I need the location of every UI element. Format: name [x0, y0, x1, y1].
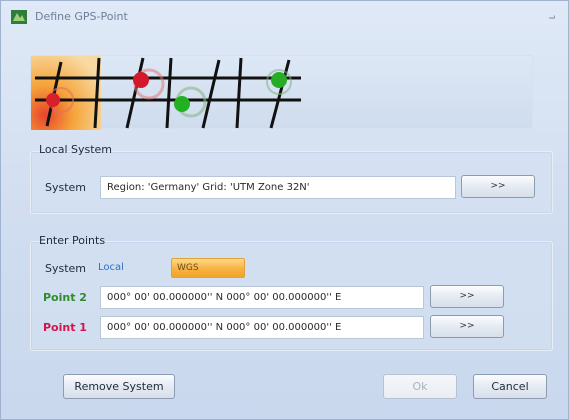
- define-gps-point-dialog: Define GPS-Point ⨼ Local System System R…: [0, 0, 569, 420]
- map-green-marker-icon: [174, 86, 207, 118]
- point-2-pick-button[interactable]: >>: [430, 285, 504, 308]
- cancel-button[interactable]: Cancel: [473, 374, 547, 399]
- ok-button[interactable]: Ok: [383, 374, 457, 399]
- gps-banner: [30, 55, 533, 130]
- point-1-pick-button[interactable]: >>: [430, 315, 504, 338]
- local-system-browse-button[interactable]: >>: [461, 175, 535, 198]
- title-bar: Define GPS-Point ⨼: [1, 1, 568, 33]
- point-2-field[interactable]: 000° 00' 00.000000'' N 000° 00' 00.00000…: [100, 286, 424, 309]
- system-local-option[interactable]: Local: [98, 262, 124, 273]
- banner-graphic: [31, 56, 301, 130]
- point-1-field[interactable]: 000° 00' 00.000000'' N 000° 00' 00.00000…: [100, 316, 424, 339]
- local-system-field[interactable]: Region: 'Germany' Grid: 'UTM Zone 32N': [100, 176, 456, 199]
- remove-system-button[interactable]: Remove System: [63, 374, 175, 399]
- pin-icon[interactable]: ⨼: [545, 8, 559, 24]
- local-system-label: System: [45, 181, 87, 194]
- point-1-label: Point 1: [43, 321, 87, 334]
- local-system-title: Local System: [39, 143, 113, 156]
- window-title: Define GPS-Point: [35, 10, 128, 23]
- map-red-marker-icon: [133, 68, 165, 100]
- system-wgs-option[interactable]: WGS: [171, 258, 245, 278]
- points-system-label: System: [45, 262, 87, 275]
- enter-points-title: Enter Points: [39, 234, 106, 247]
- point-2-label: Point 2: [43, 291, 87, 304]
- map-green-marker-icon: [266, 69, 292, 95]
- app-icon: [11, 10, 27, 24]
